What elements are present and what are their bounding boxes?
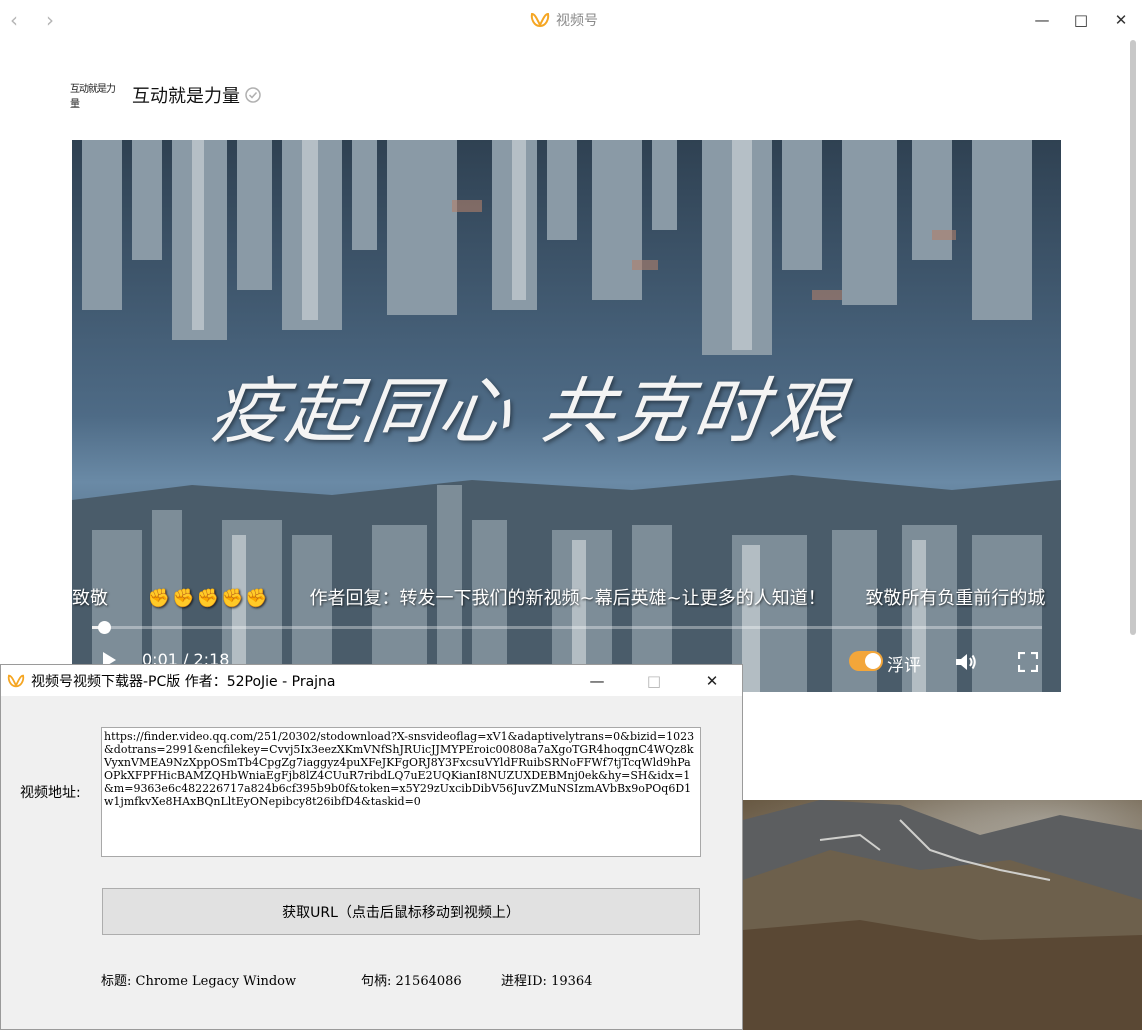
minimize-button[interactable]: — — [585, 669, 609, 693]
maximize-button[interactable]: □ — [1069, 8, 1093, 32]
downloader-window: 视频号视频下载器-PC版 作者：52PoJie - Prajna — □ ✕ 视… — [0, 664, 743, 1030]
maximize-button[interactable]: □ — [642, 669, 666, 693]
author-name[interactable]: 互动就是力量 — [132, 82, 240, 108]
danmaku-layer: 致敬 ✊✊✊✊✊ 作者回复：转发一下我们的新视频~幕后英雄~让更多的人知道！ 致… — [72, 584, 1061, 610]
volume-icon[interactable] — [954, 651, 978, 673]
chevron-right-icon[interactable]: › — [40, 10, 60, 30]
app-title: 视频号 — [556, 13, 598, 29]
author-row[interactable]: 互动就是力量 互动就是力量 — [70, 82, 262, 110]
verified-badge-icon — [245, 87, 261, 103]
downloader-title: 视频号视频下载器-PC版 作者：52PoJie - Prajna — [31, 673, 336, 690]
fetch-url-button[interactable]: 获取URL（点击后鼠标移动到视频上） — [102, 888, 700, 935]
channels-logo-icon — [530, 12, 550, 28]
video-caption-art: 疫起同心 共克时艰 — [205, 369, 852, 453]
chevron-left-icon[interactable]: ‹ — [4, 10, 24, 30]
window-titlebar: ‹ › 视频号 — □ ✕ — [0, 0, 1142, 40]
minimize-button[interactable]: — — [1030, 8, 1054, 32]
close-button[interactable]: ✕ — [700, 669, 724, 693]
progress-handle[interactable] — [98, 621, 111, 634]
page-scrollbar[interactable] — [1128, 40, 1138, 800]
downloader-titlebar: 视频号视频下载器-PC版 作者：52PoJie - Prajna — □ ✕ — [1, 665, 742, 696]
url-label: 视频地址: — [20, 785, 81, 801]
channels-logo-icon — [7, 674, 25, 687]
window-handle-info: 句柄: 21564086 — [361, 974, 462, 989]
video-url-field[interactable]: https://finder.video.qq.com/251/20302/st… — [101, 727, 701, 857]
video-player[interactable]: 疫起同心 共克时艰 致敬 ✊✊✊✊✊ 作者回复：转发一下我们的新视频~幕后英雄~… — [72, 140, 1061, 692]
danmaku-toggle-label[interactable]: 浮评 — [887, 651, 921, 676]
app-title-area: 视频号 — [530, 9, 598, 31]
process-id-info: 进程ID: 19364 — [501, 974, 593, 989]
fullscreen-icon[interactable] — [1018, 652, 1038, 672]
danmaku-toggle[interactable] — [849, 651, 883, 671]
window-title-info: 标题: Chrome Legacy Window — [101, 974, 297, 989]
danmaku-item: 致敬所有负重前行的城 — [865, 588, 1046, 609]
scrollbar-thumb[interactable] — [1130, 40, 1136, 635]
close-button[interactable]: ✕ — [1109, 8, 1133, 32]
danmaku-item: 作者回复：转发一下我们的新视频~幕后英雄~让更多的人知道！ — [309, 588, 826, 609]
danmaku-item: 致敬 — [72, 588, 108, 609]
danmaku-item: ✊✊✊✊✊ — [147, 588, 270, 609]
video-progress-bar[interactable] — [92, 621, 1042, 634]
author-logo[interactable]: 互动就是力量 — [70, 84, 120, 110]
